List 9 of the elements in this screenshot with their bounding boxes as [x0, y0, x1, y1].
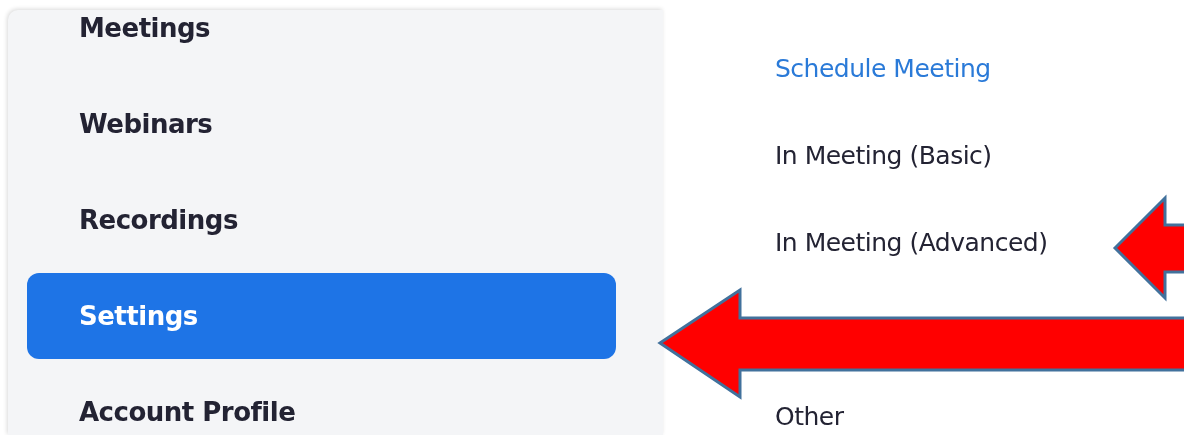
- sidebar-item[interactable]: Meetings: [27, 0, 616, 71]
- settings-nav-link[interactable]: Other: [775, 373, 844, 435]
- settings-nav-link[interactable]: In Meeting (Basic): [775, 112, 992, 199]
- sidebar-item[interactable]: Webinars: [27, 81, 616, 167]
- settings-nav-link[interactable]: Schedule Meeting: [775, 25, 991, 112]
- sidebar-item[interactable]: Recordings: [27, 177, 616, 263]
- sidebar-item[interactable]: Account Profile: [27, 369, 616, 435]
- sidebar-item[interactable]: Settings: [27, 273, 616, 359]
- settings-nav-link[interactable]: In Meeting (Advanced): [775, 199, 1048, 286]
